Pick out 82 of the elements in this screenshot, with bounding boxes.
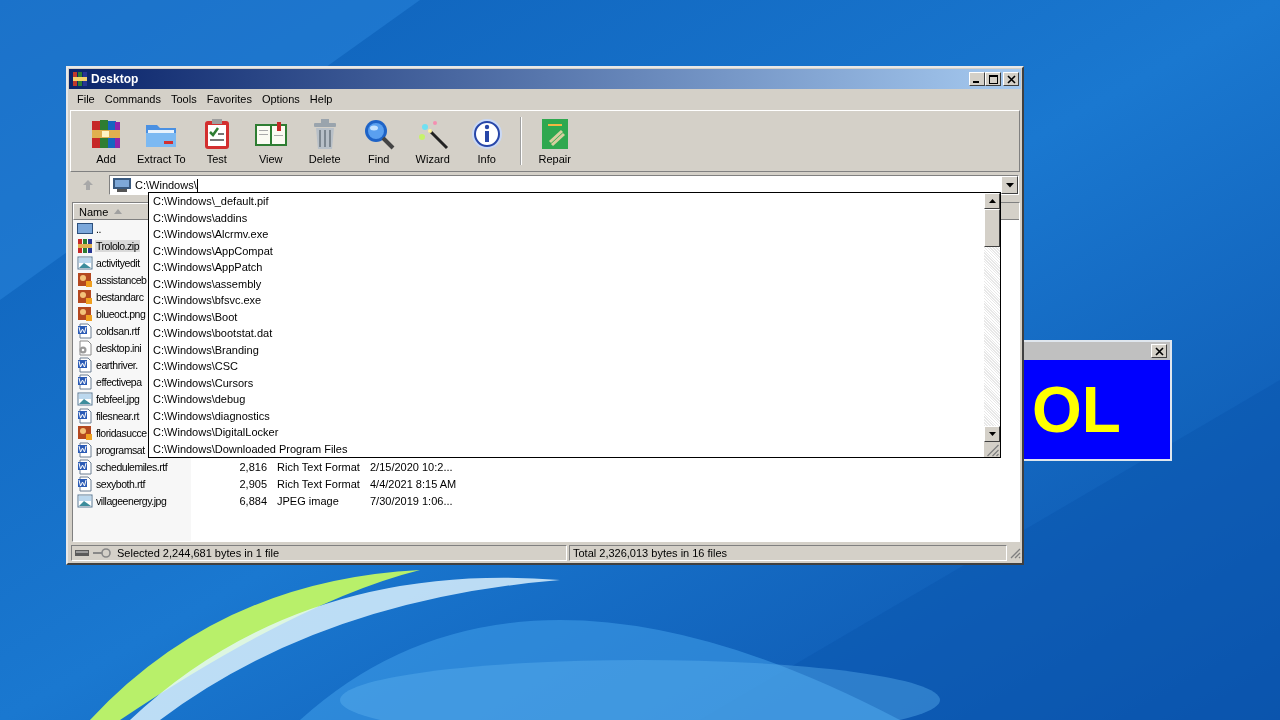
close-icon: [1006, 74, 1016, 84]
app-icon: [72, 71, 88, 87]
image-file-icon: [77, 492, 93, 509]
file-type-cell-text: Rich Text Format: [276, 460, 361, 473]
address-field[interactable]: C:\Windows\: [109, 175, 1019, 195]
file-size-cell-text: 2,905: [238, 477, 267, 490]
popup-text: OL: [1032, 377, 1121, 442]
document-icon: [77, 373, 93, 390]
suggestion-item[interactable]: C:\Windows\Alcrmv.exe: [153, 226, 984, 243]
toolbar-button[interactable]: Info: [459, 117, 514, 165]
toolbar-button[interactable]: Extract To: [133, 117, 190, 165]
close-button[interactable]: [1151, 344, 1167, 358]
document-icon: [77, 458, 93, 475]
status-text: Selected 2,244,681 bytes in 1 file: [117, 547, 280, 559]
menu-item[interactable]: File: [72, 91, 100, 106]
file-type-cell-text: JPEG image: [276, 494, 340, 507]
info-icon: [469, 117, 504, 151]
suggestion-item[interactable]: C:\Windows\bootstat.dat: [153, 325, 984, 342]
maximize-button[interactable]: [985, 72, 1001, 86]
status-text: Total 2,326,013 bytes in 16 files: [573, 547, 728, 559]
toolbar-button[interactable]: Find: [351, 117, 406, 165]
maximize-icon: [988, 74, 998, 84]
caret-icon: [1005, 182, 1014, 188]
file-name-cell[interactable]: sexyboth.rtf: [73, 475, 191, 492]
up-arrow-icon: [82, 179, 94, 191]
suggestion-item[interactable]: C:\Windows\Downloaded Program Files: [153, 440, 984, 457]
document-icon: [77, 441, 93, 458]
monitor-icon: [77, 220, 93, 237]
suggestion-item[interactable]: C:\Windows\Branding: [153, 341, 984, 358]
toolbar-button[interactable]: Test: [189, 117, 244, 165]
suggestion-item[interactable]: C:\Windows\debug: [153, 391, 984, 408]
suggestion-item[interactable]: C:\Windows\diagnostics: [153, 407, 984, 424]
suggestion-item[interactable]: C:\Windows\AppCompat: [153, 242, 984, 259]
scroll-thumb[interactable]: [984, 209, 1000, 247]
image-file-icon: [77, 390, 93, 407]
document-icon: [77, 407, 93, 424]
document-icon: [77, 322, 93, 339]
gear-file-icon: [77, 339, 93, 356]
suggestion-item[interactable]: C:\Windows\AppPatch: [153, 259, 984, 276]
menu-item[interactable]: Options: [256, 91, 305, 106]
drive-key-icon: [75, 547, 111, 559]
file-type-cell-text: Rich Text Format: [276, 477, 361, 490]
file-name-cell[interactable]: schedulemiles.rtf: [73, 458, 191, 475]
books-icon: [89, 117, 123, 151]
resize-grip-icon[interactable]: [1009, 547, 1021, 559]
file-date-cell: 7/30/2019 1:06...: [370, 494, 453, 507]
minimize-button[interactable]: [969, 72, 985, 86]
file-size-cell-text: 6,884: [238, 494, 267, 507]
scroll-up-button[interactable]: [984, 193, 1000, 209]
document-icon: [77, 356, 93, 373]
dropdown-button[interactable]: [1001, 176, 1018, 194]
menu-item[interactable]: Favorites: [201, 91, 257, 106]
menu-item[interactable]: Tools: [166, 91, 202, 106]
suggestion-item[interactable]: C:\Windows\assembly: [153, 275, 984, 292]
toolbar-button[interactable]: Delete: [297, 117, 352, 165]
suggestion-item[interactable]: C:\Windows\bfsvc.exe: [153, 292, 984, 309]
file-name-cell[interactable]: villageenergy.jpg: [73, 492, 191, 509]
scrollbar[interactable]: [984, 193, 1000, 457]
toolbar-button[interactable]: Wizard: [405, 117, 460, 165]
file-size-cell-text: 2,816: [238, 460, 267, 473]
scroll-down-button[interactable]: [984, 426, 1000, 442]
toolbar-button[interactable]: Repair: [527, 117, 582, 165]
file-date-cell: 4/4/2021 8:15 AM: [370, 477, 457, 490]
file-date-cell: 2/15/2020 10:2...: [370, 460, 453, 473]
suggestion-item[interactable]: C:\Windows\DigitalLocker: [153, 424, 984, 441]
resize-grip-icon[interactable]: [984, 442, 1000, 457]
toolbar-button[interactable]: View: [243, 117, 298, 165]
archive-icon: [77, 237, 93, 254]
toolbar-button[interactable]: Add: [79, 117, 133, 165]
document-icon: [77, 475, 93, 492]
suggestion-item[interactable]: C:\Windows\Cursors: [153, 374, 984, 391]
window-title: Desktop: [91, 72, 140, 86]
down-arrow-icon: [988, 432, 996, 436]
close-button[interactable]: [1003, 72, 1019, 86]
menu-item[interactable]: Help: [304, 91, 338, 106]
suggestion-item[interactable]: C:\Windows\Boot: [153, 308, 984, 325]
computer-icon: [113, 178, 131, 192]
close-icon: [1154, 346, 1164, 356]
menu-item[interactable]: Commands: [99, 91, 166, 106]
up-arrow-icon: [988, 199, 996, 203]
image-file-icon: [77, 254, 93, 271]
suggestion-item[interactable]: C:\Windows\CSC: [153, 358, 984, 375]
